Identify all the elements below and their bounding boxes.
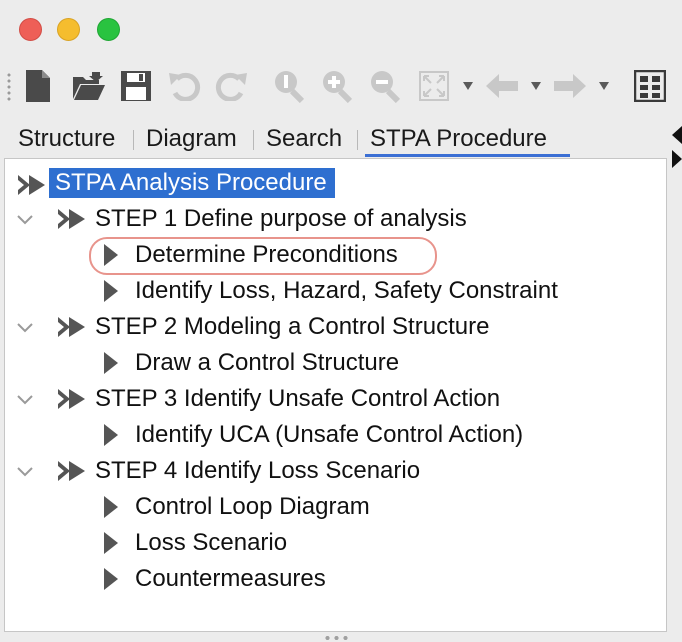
highlight-ring — [89, 237, 437, 275]
tab-stpa-procedure[interactable]: STPA Procedure — [370, 124, 547, 154]
tree-step[interactable]: STEP 1 Define purpose of analysis — [5, 201, 665, 237]
close-button[interactable] — [19, 18, 42, 41]
tree-leaf-label[interactable]: Draw a Control Structure — [135, 348, 399, 378]
double-chevron-icon — [58, 461, 85, 481]
chevron-down-icon[interactable] — [17, 395, 33, 405]
redo-icon[interactable] — [214, 68, 250, 104]
active-tab-indicator — [365, 154, 570, 157]
triangle-right-icon — [104, 532, 118, 554]
toolbar-grip[interactable] — [7, 72, 11, 102]
zoom-in-icon[interactable] — [320, 68, 356, 104]
chevron-down-icon[interactable] — [17, 323, 33, 333]
tab-search[interactable]: Search — [266, 124, 342, 154]
fit-dropdown-icon[interactable] — [462, 80, 474, 92]
tree-step-label[interactable]: STEP 1 Define purpose of analysis — [95, 204, 467, 234]
triangle-right-icon — [104, 496, 118, 518]
tree-step-label[interactable]: STEP 4 Identify Loss Scenario — [95, 456, 420, 486]
tree-root-label[interactable]: STPA Analysis Procedure — [49, 168, 335, 198]
tab-separator — [133, 130, 134, 150]
triangle-right-icon — [104, 424, 118, 446]
diagram-layout-icon[interactable] — [632, 68, 668, 104]
tab-structure[interactable]: Structure — [18, 124, 115, 154]
triangle-right-icon — [104, 352, 118, 374]
open-folder-icon[interactable] — [71, 68, 107, 104]
double-chevron-icon — [58, 209, 85, 229]
chevron-down-icon[interactable] — [17, 215, 33, 225]
tree-leaf[interactable]: Identify UCA (Unsafe Control Action) — [5, 417, 665, 453]
double-chevron-icon — [58, 317, 85, 337]
zoom-out-icon[interactable] — [368, 68, 404, 104]
tree-leaf-label[interactable]: Control Loop Diagram — [135, 492, 370, 522]
tab-bar: Structure Diagram Search STPA Procedure — [0, 120, 660, 157]
tree-leaf[interactable]: Identify Loss, Hazard, Safety Constraint — [5, 273, 665, 309]
title-bar — [0, 0, 682, 58]
tree-step[interactable]: STEP 3 Identify Unsafe Control Action — [5, 381, 665, 417]
tree-leaf[interactable]: Draw a Control Structure — [5, 345, 665, 381]
new-document-icon[interactable] — [20, 68, 56, 104]
back-icon[interactable] — [484, 68, 520, 104]
tree-step-label[interactable]: STEP 3 Identify Unsafe Control Action — [95, 384, 500, 414]
tree-leaf[interactable]: Loss Scenario — [5, 525, 665, 561]
triangle-right-icon — [104, 568, 118, 590]
tab-separator — [357, 130, 358, 150]
back-dropdown-icon[interactable] — [530, 80, 542, 92]
forward-icon[interactable] — [552, 68, 588, 104]
double-chevron-icon — [18, 175, 45, 195]
tab-separator — [253, 130, 254, 150]
save-icon[interactable] — [118, 68, 154, 104]
tree-leaf[interactable]: Countermeasures — [5, 561, 665, 597]
double-chevron-icon — [58, 389, 85, 409]
tree-leaf-label[interactable]: Identify UCA (Unsafe Control Action) — [135, 420, 523, 450]
tree-leaf-label[interactable]: Identify Loss, Hazard, Safety Constraint — [135, 276, 558, 306]
minimize-button[interactable] — [57, 18, 80, 41]
tree-leaf-label[interactable]: Loss Scenario — [135, 528, 287, 558]
tab-diagram[interactable]: Diagram — [146, 124, 237, 154]
resize-grip[interactable] — [323, 635, 351, 641]
chevron-down-icon[interactable] — [17, 467, 33, 477]
stpa-procedure-tree: STPA Analysis Procedure STEP 1 Define pu… — [4, 158, 667, 632]
forward-dropdown-icon[interactable] — [598, 80, 610, 92]
panel-collapse-arrows-icon[interactable] — [670, 124, 682, 170]
tree-root[interactable]: STPA Analysis Procedure — [5, 165, 665, 201]
toolbar — [0, 62, 682, 112]
fit-to-window-icon[interactable] — [416, 68, 452, 104]
tree-leaf[interactable]: Control Loop Diagram — [5, 489, 665, 525]
tree-step[interactable]: STEP 4 Identify Loss Scenario — [5, 453, 665, 489]
tree-leaf-label[interactable]: Countermeasures — [135, 564, 326, 594]
maximize-button[interactable] — [97, 18, 120, 41]
tree-step-label[interactable]: STEP 2 Modeling a Control Structure — [95, 312, 489, 342]
zoom-fit-icon[interactable] — [272, 68, 308, 104]
undo-icon[interactable] — [166, 68, 202, 104]
tree-step[interactable]: STEP 2 Modeling a Control Structure — [5, 309, 665, 345]
triangle-right-icon — [104, 280, 118, 302]
